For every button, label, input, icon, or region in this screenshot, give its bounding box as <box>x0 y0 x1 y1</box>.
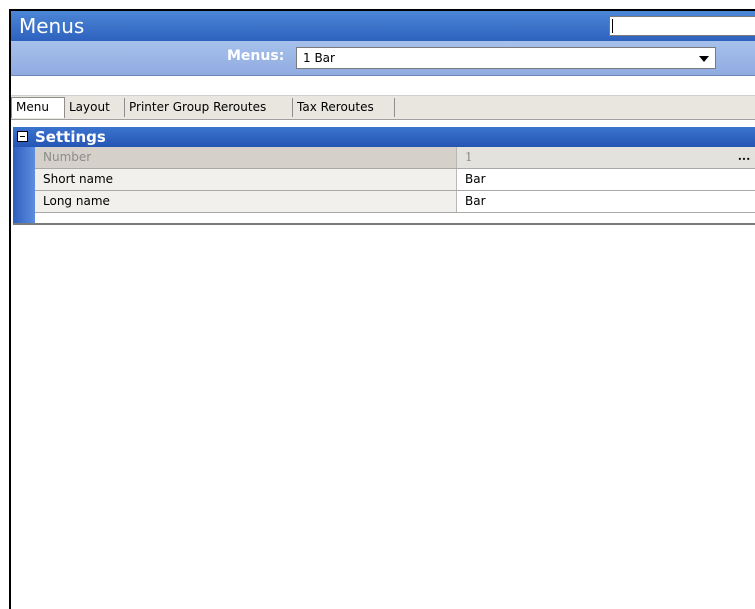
collapse-icon[interactable] <box>17 131 28 142</box>
setting-value-long-name[interactable]: Bar <box>457 191 755 212</box>
setting-name: Number <box>35 147 457 168</box>
menus-dropdown-value: 1 Bar <box>303 51 335 65</box>
text-caret <box>612 19 613 33</box>
menus-window: Menus Menus: 1 Bar Menu Layout Printer G… <box>9 9 755 609</box>
window-title: Menus <box>19 14 85 38</box>
setting-row-long-name: Long name Bar <box>35 191 755 213</box>
tab-tax-reroutes[interactable]: Tax Reroutes <box>293 98 395 117</box>
menus-dropdown[interactable]: 1 Bar <box>296 47 716 69</box>
tab-printer-group-reroutes[interactable]: Printer Group Reroutes <box>125 98 293 117</box>
settings-group-header[interactable]: Settings <box>13 127 755 147</box>
setting-name: Long name <box>35 191 457 212</box>
tab-strip: Menu Layout Printer Group Reroutes Tax R… <box>11 95 755 120</box>
setting-name: Short name <box>35 169 457 190</box>
setting-value-short-name[interactable]: Bar <box>457 169 755 190</box>
tab-menu[interactable]: Menu <box>11 97 65 118</box>
setting-value: 1 <box>465 150 473 164</box>
ellipsis-button[interactable]: ... <box>733 148 755 167</box>
settings-grid: Settings Number 1 ... Short name Bar Lon… <box>13 127 755 225</box>
title-search-input[interactable] <box>609 16 755 36</box>
chevron-down-icon[interactable] <box>699 56 709 62</box>
settings-group-title: Settings <box>35 128 106 146</box>
setting-row-number: Number 1 ... <box>35 147 755 169</box>
title-bar: Menus <box>11 11 755 41</box>
setting-row-short-name: Short name Bar <box>35 169 755 191</box>
setting-value-number: 1 ... <box>457 147 755 168</box>
row-header-stripe <box>13 147 35 225</box>
grid-divider <box>13 223 755 225</box>
menu-selector-bar: Menus: 1 Bar <box>11 41 755 76</box>
tab-layout[interactable]: Layout <box>65 98 125 117</box>
menus-selector-label: Menus: <box>227 48 285 64</box>
